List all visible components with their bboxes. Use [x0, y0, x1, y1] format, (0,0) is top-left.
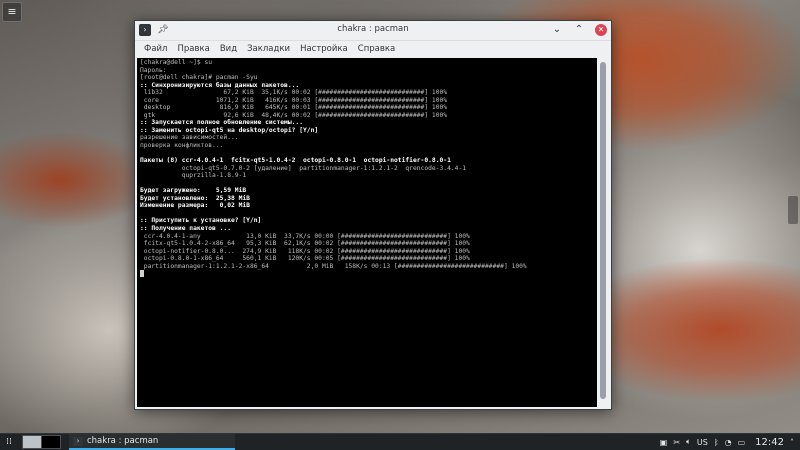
menu-bookmarks[interactable]: Закладки [242, 44, 295, 54]
close-icon[interactable]: ✕ [595, 24, 607, 36]
pager-desktop-2[interactable] [41, 436, 60, 448]
keyboard-layout[interactable]: US [697, 438, 708, 447]
terminal-line: Изменение размера: 0,02 MiB [140, 202, 250, 210]
terminal-icon: › [73, 436, 83, 446]
terminal-line: fcitx-qt5-1.0.4-2-x86_64 95,3 KiB 62,1K/… [140, 240, 470, 248]
terminal-area[interactable]: [chakra@dell ~]$ su Пароль: [root@dell cha… [137, 58, 609, 407]
taskbar-task-konsole[interactable]: › chakra : pacman [69, 434, 235, 450]
pager-desktop-1[interactable] [23, 436, 41, 448]
menu-settings[interactable]: Настройка [295, 44, 353, 54]
terminal-line: octopi-0.8.0-1-x86_64 560,1 KiB 120K/s 0… [140, 255, 470, 263]
menu-view[interactable]: Вид [215, 44, 242, 54]
terminal-line: partitionmanager-1:1.2.1-2-x86_64 2,0 Mi… [140, 262, 527, 270]
task-label: chakra : pacman [87, 436, 159, 446]
terminal-line: :: Приступить к установке? [Y/n] [140, 217, 262, 225]
terminal-cursor [140, 270, 144, 278]
terminal-cursor-line [140, 270, 594, 278]
wifi-icon[interactable]: ◔ [725, 438, 732, 447]
application-launcher-icon[interactable]: ⁞⁞ [2, 437, 16, 447]
desktop-toolbox-button[interactable]: ≡ [2, 2, 22, 22]
terminal-line: разрешение зависимостей... [140, 134, 239, 142]
system-tray: ▣ ✂ 🔈︎ US ᛒ ◔ ▭ 12:42 ˄ [660, 434, 794, 450]
terminal-line: :: Получение пакетов ... [140, 225, 231, 233]
terminal-line: [root@dell chakra]# pacman -Syu [140, 74, 258, 82]
window-title: chakra : pacman [337, 24, 409, 34]
volume-icon[interactable]: 🔈︎ [686, 437, 691, 447]
menu-bar: Файл Правка Вид Закладки Настройка Справ… [135, 41, 611, 57]
battery-icon[interactable]: ▭ [738, 438, 746, 447]
terminal-line: Пакеты (8) ccr-4.0.4-1 fcitx-qt5-1.0.4-2… [140, 157, 451, 165]
window-titlebar[interactable]: › 📌︎ chakra : pacman ⌄ ⌃ ✕ [135, 21, 611, 41]
terminal-line: quprzilla-1.8.9-1 [140, 172, 247, 180]
menu-help[interactable]: Справка [353, 44, 400, 54]
clock[interactable]: 12:42 [755, 437, 784, 448]
terminal-line: :: Синхронизируются базы данных пакетов.… [140, 81, 300, 89]
menu-file[interactable]: Файл [139, 44, 172, 54]
screen-edge-handle[interactable] [788, 196, 798, 224]
chevron-down-icon[interactable]: ⌄ [551, 23, 563, 37]
terminal-line: [chakra@dell ~]$ su [140, 59, 213, 66]
terminal-line: :: Запускается полное обновление системы… [140, 119, 304, 127]
terminal-line: Пароль: [140, 66, 167, 74]
terminal-line: octopi-qt5-0.7.0-2 [удаление] partitionm… [140, 164, 467, 172]
scrollbar-thumb[interactable] [600, 62, 606, 399]
network-tools-icon[interactable]: ✂ [673, 438, 680, 447]
desktop-pager[interactable] [22, 435, 61, 449]
terminal-line: проверка конфликтов... [140, 142, 224, 150]
clipboard-icon[interactable]: ▣ [660, 438, 668, 447]
tray-expand-icon[interactable]: ˄ [790, 438, 794, 447]
konsole-window: › 📌︎ chakra : pacman ⌄ ⌃ ✕ Файл Правка В… [134, 20, 612, 410]
terminal-scrollbar[interactable] [597, 58, 609, 407]
terminal-line: octopi-notifier-0.8.0... 274,9 KiB 118K/… [140, 247, 470, 255]
menu-edit[interactable]: Правка [172, 44, 214, 54]
terminal-line: Будет загружено: 5,59 MiB [140, 187, 247, 195]
terminal-line: ccr-4.0.4-1-any 13,0 KiB 33,7K/s 00:00 [… [140, 232, 470, 240]
bluetooth-icon[interactable]: ᛒ [714, 438, 719, 447]
terminal-line: core 1071,2 KiB 416K/s 00:03 [##########… [140, 96, 448, 104]
terminal-line: lib32 67,2 KiB 35,1K/s 00:02 [##########… [140, 89, 448, 97]
terminal-line: desktop 816,9 KiB 645K/s 00:01 [########… [140, 104, 448, 112]
maximize-icon[interactable]: ⌃ [573, 23, 585, 37]
terminal-output[interactable]: [chakra@dell ~]$ su Пароль: [root@dell cha… [137, 58, 597, 407]
taskbar: ⁞⁞ › chakra : pacman ▣ ✂ 🔈︎ US ᛒ ◔ ▭ 12:… [0, 433, 800, 450]
